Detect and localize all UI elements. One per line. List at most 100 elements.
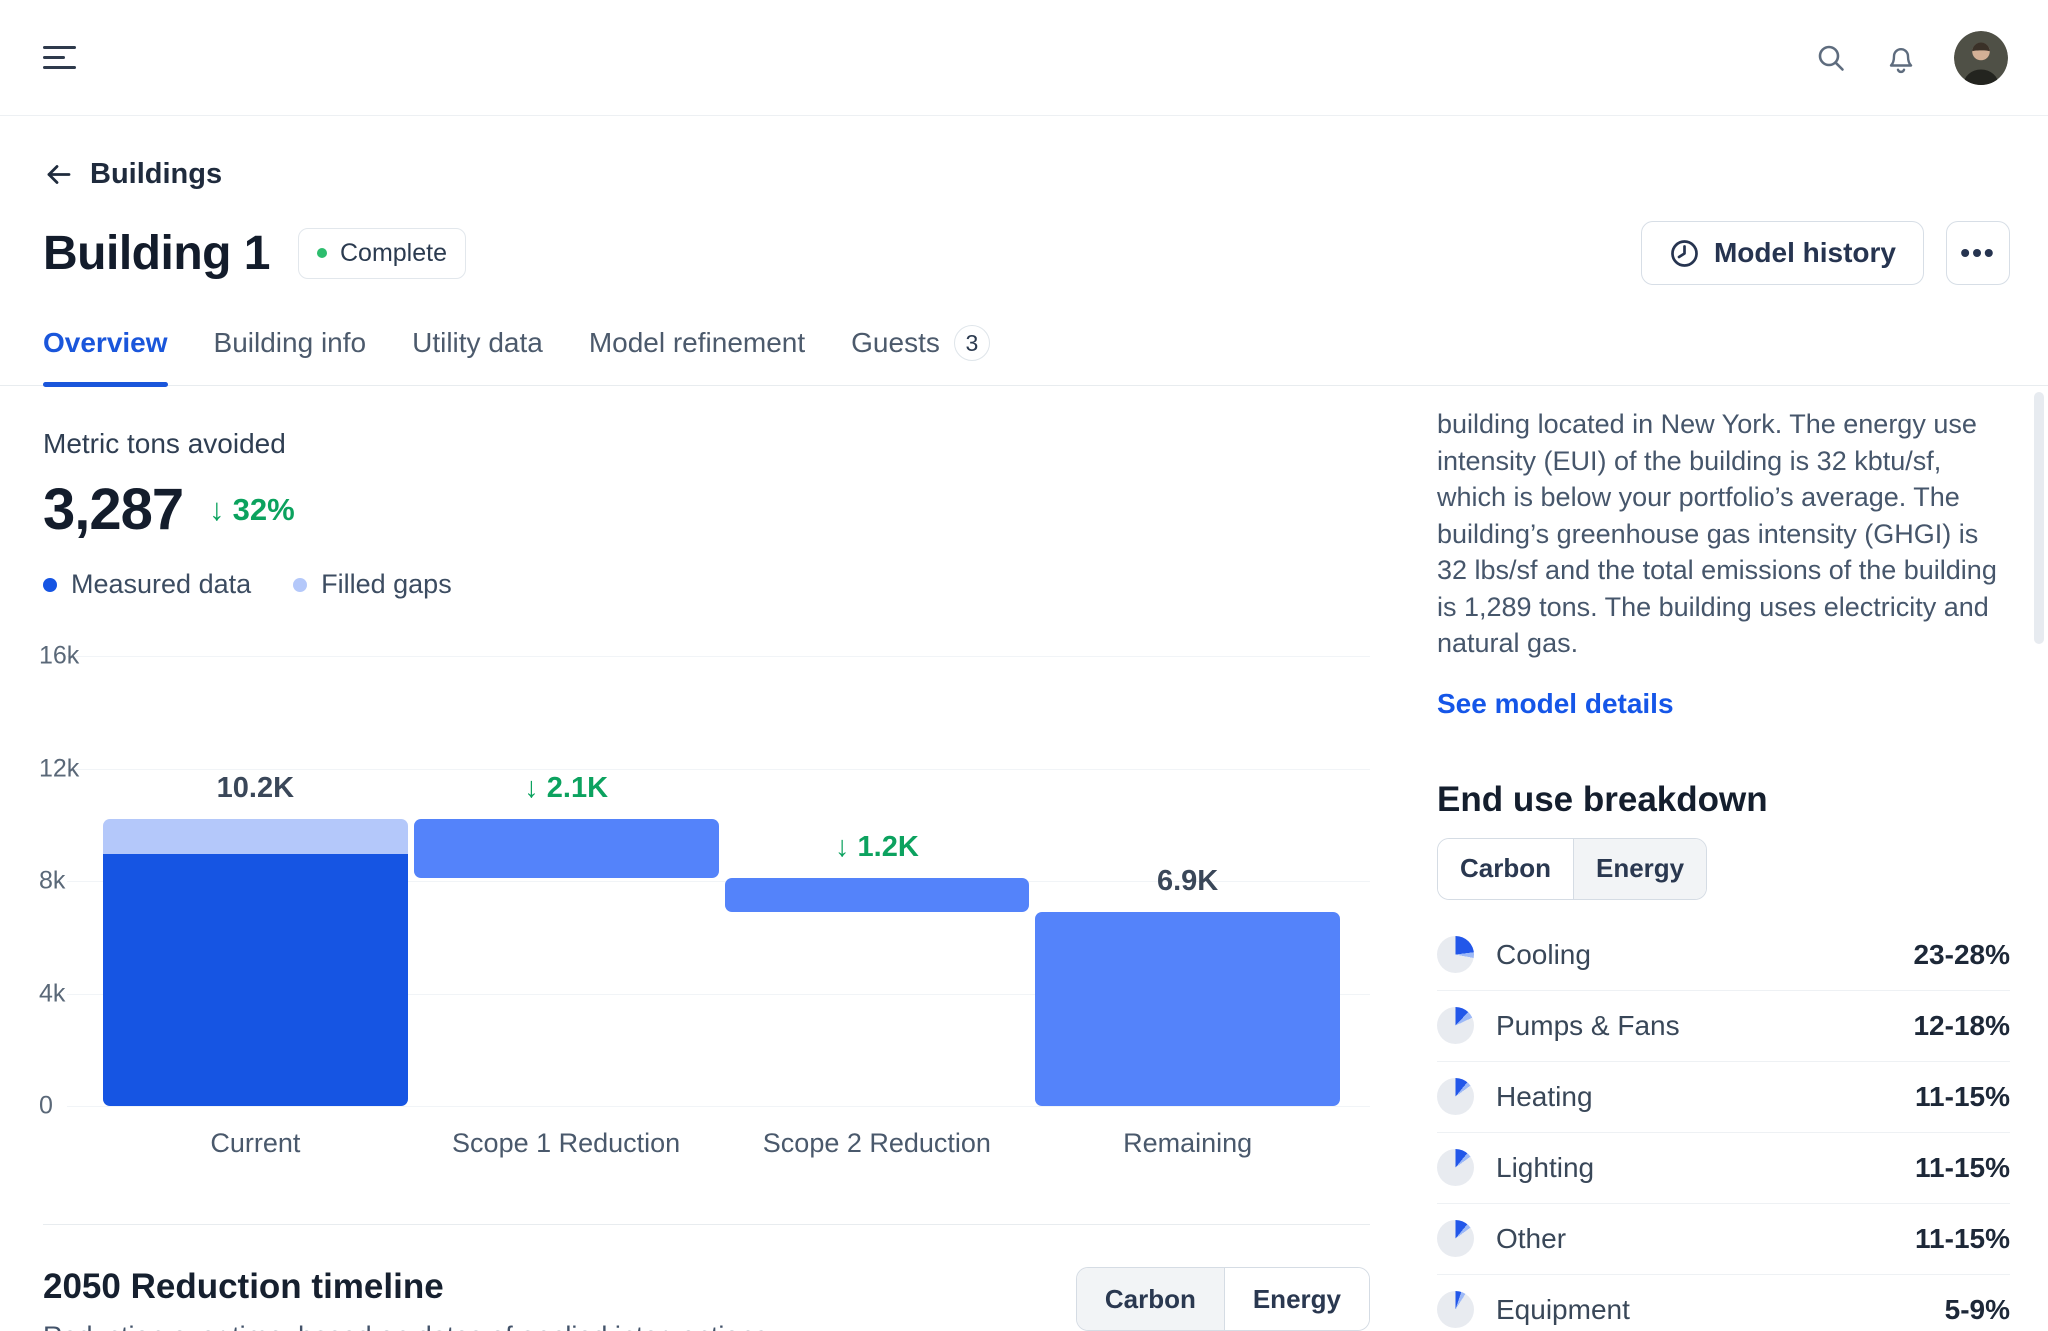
bar-current: 10.2K — [103, 656, 408, 1106]
clock-icon — [1671, 239, 1698, 267]
toggle-option-carbon[interactable]: Carbon — [1438, 838, 1573, 899]
x-axis-label-scope-2-reduction: Scope 2 Reduction — [762, 1128, 991, 1158]
bar-segment-filled-gaps — [103, 819, 408, 855]
tab-label: Guests — [851, 327, 940, 358]
tab-model-refinement[interactable]: Model refinement — [589, 325, 805, 385]
tab-utility-data[interactable]: Utility data — [412, 325, 543, 385]
x-axis-label-scope-1-reduction: Scope 1 Reduction — [452, 1128, 681, 1158]
end-use-breakdown-title: End use breakdown — [1437, 779, 1768, 819]
details-panel: building located in New York. The energy… — [1437, 406, 2010, 1331]
tab-building-info[interactable]: Building info — [214, 325, 367, 385]
end-use-row-lighting: Lighting 11-15% — [1437, 1133, 2010, 1204]
x-axis-label-remaining: Remaining — [1123, 1128, 1253, 1158]
menu-icon[interactable] — [43, 39, 77, 76]
emissions-panel: Metric tons avoided 3,287 ↓ 32% Measured… — [39, 406, 1370, 1331]
gridline — [67, 1106, 1370, 1107]
end-use-range: 12-18% — [1913, 1009, 2010, 1041]
see-model-details-link[interactable]: See model details — [1437, 688, 2010, 720]
search-icon[interactable] — [1814, 41, 1848, 75]
chart-x-axis: Current Scope 1 Reduction Scope 2 Reductio… — [103, 1128, 1340, 1159]
tab-bar: Overview Building info Utility data Model r… — [0, 325, 2048, 387]
legend-label: Filled gaps — [321, 569, 452, 599]
x-axis-label-current: Current — [210, 1128, 301, 1158]
toggle-option-energy[interactable]: Energy — [1573, 838, 1707, 899]
y-axis-tick-label: 16k — [39, 641, 80, 670]
breadcrumb-back[interactable]: Buildings — [43, 158, 222, 191]
end-use-row-pumps-fans: Pumps & Fans 12-18% — [1437, 991, 2010, 1062]
metric-value: 3,287 — [43, 477, 184, 542]
pie-chart-icon — [1437, 1220, 1474, 1257]
notifications-bell-icon[interactable] — [1884, 41, 1918, 75]
tab-count-badge: 3 — [953, 325, 990, 361]
end-use-name: Heating — [1496, 1080, 1593, 1112]
bar-stack — [413, 819, 719, 879]
tab-guests[interactable]: Guests 3 — [851, 325, 990, 385]
bar-value-label: ↓ 2.1K — [524, 772, 609, 805]
metric-delta: ↓ 32% — [209, 492, 295, 528]
reduction-timeline-subtitle: Reduction over time, based on dates of a… — [43, 1321, 775, 1331]
scrollbar-thumb[interactable] — [2034, 392, 2044, 644]
model-history-label: Model history — [1713, 237, 1896, 268]
bar-remaining: 6.9K — [1035, 656, 1340, 1106]
main-content: Metric tons avoided 3,287 ↓ 32% Measured… — [39, 386, 2010, 1331]
bar-stack — [103, 819, 408, 1106]
toggle-option-carbon[interactable]: Carbon — [1076, 1268, 1224, 1330]
end-use-name: Equipment — [1496, 1293, 1630, 1325]
bar-stack — [1035, 911, 1340, 1106]
tab-label: Utility data — [412, 327, 543, 358]
end-use-name: Pumps & Fans — [1496, 1009, 1680, 1041]
tab-label: Model refinement — [588, 327, 806, 358]
bar-scope-1-reduction: ↓ 2.1K — [413, 656, 719, 1106]
arrow-down-icon: ↓ — [209, 491, 225, 527]
pie-chart-icon — [1437, 1007, 1474, 1044]
end-use-name: Other — [1496, 1222, 1567, 1254]
end-use-row-equipment: Equipment 5-9% — [1437, 1275, 2010, 1331]
more-options-button[interactable]: ••• — [1946, 221, 2010, 285]
y-axis-tick-label: 0 — [39, 1091, 53, 1120]
pie-chart-icon — [1437, 1149, 1474, 1186]
bar-segment-scope-1-reduction — [413, 819, 719, 879]
tab-label: Building info — [213, 327, 367, 358]
legend-dot-icon — [293, 577, 308, 592]
page-header: Building 1 Complete Model history ••• — [43, 221, 2010, 285]
bar-segment-scope-2-reduction — [724, 878, 1030, 912]
end-use-range: 11-15% — [1915, 1222, 2010, 1254]
reduction-timeline-title: 2050 Reduction timeline — [43, 1267, 444, 1306]
metric-delta-value: 32% — [232, 491, 295, 527]
reduction-timeline-section: 2050 Reduction timeline Reduction over t… — [43, 1267, 1370, 1331]
tab-label: Overview — [43, 327, 168, 358]
menu-bar — [43, 45, 76, 50]
end-use-row-other: Other 11-15% — [1437, 1204, 2010, 1275]
bar-segment-measured-data — [103, 854, 408, 1106]
status-badge: Complete — [297, 227, 466, 279]
end-use-range: 5-9% — [1944, 1293, 2010, 1325]
end-use-carbon-energy-toggle: Carbon Energy — [1437, 837, 1708, 900]
carbon-energy-toggle: Carbon Energy — [1075, 1267, 1370, 1331]
legend-item-measured-data: Measured data — [43, 569, 251, 600]
header-actions: Model history ••• — [1640, 221, 2010, 285]
status-dot-icon — [316, 248, 327, 258]
end-use-range: 11-15% — [1915, 1080, 2010, 1112]
pie-chart-icon — [1437, 1078, 1474, 1115]
bar-segment-remaining — [1035, 911, 1340, 1106]
divider — [43, 1224, 1370, 1225]
end-use-range: 11-15% — [1915, 1151, 2010, 1183]
bar-value-label: 6.9K — [1156, 864, 1219, 897]
bars-area: 10.2K ↓ 2.1K ↓ 1.2K 6.9K — [103, 656, 1340, 1106]
pie-chart-icon — [1437, 1291, 1474, 1328]
menu-bar — [43, 65, 76, 70]
legend-dot-icon — [43, 577, 57, 592]
user-avatar[interactable] — [1954, 30, 2008, 85]
toggle-option-energy[interactable]: Energy — [1223, 1268, 1369, 1330]
metric-row: 3,287 ↓ 32% — [43, 476, 1370, 543]
end-use-row-heating: Heating 11-15% — [1437, 1062, 2010, 1133]
model-history-button[interactable]: Model history — [1640, 221, 1924, 285]
tab-overview[interactable]: Overview — [43, 325, 168, 387]
bar-stack — [724, 878, 1030, 912]
waterfall-chart: 0 4k 8k 12k 16k 10.2K ↓ 2.1K ↓ 1.2K 6.9K Current… — [39, 642, 1370, 1168]
pie-chart-icon — [1437, 936, 1474, 973]
breadcrumb-label: Buildings — [90, 158, 223, 190]
menu-bar — [43, 55, 65, 60]
end-use-name: Cooling — [1496, 938, 1591, 970]
legend-item-filled-gaps: Filled gaps — [293, 569, 452, 600]
